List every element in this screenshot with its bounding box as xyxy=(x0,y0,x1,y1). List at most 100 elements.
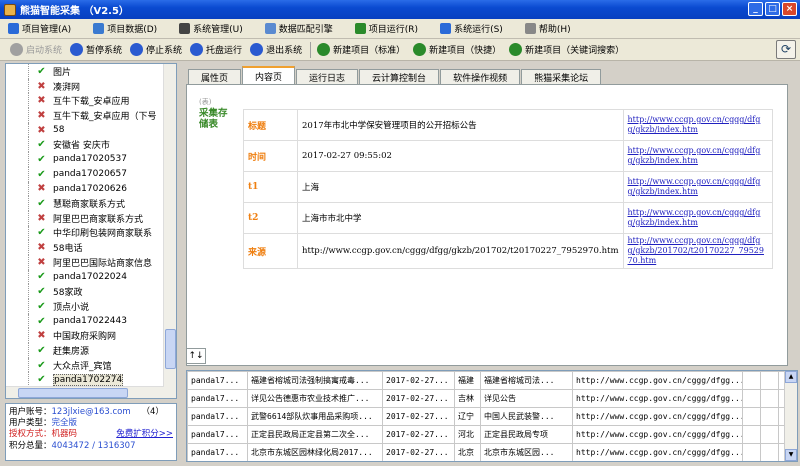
toolbar-button[interactable]: 新建项目（快捷） xyxy=(413,43,501,56)
menu-item[interactable]: 项目数据(D) xyxy=(93,22,157,35)
check-icon: ✔ xyxy=(37,168,46,180)
field-value: 上海 xyxy=(297,171,624,203)
tree-item[interactable]: ✖ 互牛下载_安卓应用（下号 xyxy=(6,108,176,123)
free-points-link[interactable]: 免费扩积分>> xyxy=(116,429,173,440)
table-cell xyxy=(742,371,761,390)
tree-item[interactable]: ✔ 图片 xyxy=(6,64,176,79)
tab[interactable]: 软件操作视频 xyxy=(440,69,521,84)
tree-item[interactable]: ✖ 58电话 xyxy=(6,240,176,255)
tree-item-label: panda17022443 xyxy=(53,316,127,327)
tree-item[interactable]: ✔ 顶点小说 xyxy=(6,299,176,314)
cross-icon: ✖ xyxy=(37,183,46,195)
tree-item[interactable]: ✖ 阿里巴巴国际站商家信息 xyxy=(6,254,176,270)
toolbar-button-icon xyxy=(10,43,23,56)
table-row[interactable]: pandal7... 正定县民政局正定县第二次全... 2017-02-27... 河… xyxy=(187,425,797,444)
tree-item[interactable]: ✔ panda17022024 xyxy=(6,269,176,285)
user-info-panel: 用户账号：123jlxie@163.com （4） 用户类型：完全版 授权方式：… xyxy=(5,403,177,461)
check-icon: ✔ xyxy=(37,359,46,371)
tab[interactable]: 云计算控制台 xyxy=(359,69,440,84)
menu-icon xyxy=(440,23,452,34)
table-cell: 2017-02-27... xyxy=(382,371,455,390)
window-title: 熊猫智能采集 （V2.5） xyxy=(20,6,129,17)
table-cell: pandal7... xyxy=(187,407,248,426)
tree-item[interactable]: ✔ panda17020537 xyxy=(6,152,176,167)
tree-item[interactable]: ✔ panda1702274 xyxy=(6,372,176,388)
tree-item[interactable]: ✖ 阿里巴巴商家联系方式 xyxy=(6,210,176,226)
maximize-button[interactable]: □ xyxy=(765,2,780,16)
tree-item[interactable]: ✖ 中国政府采购网 xyxy=(6,328,176,344)
tree-item[interactable]: ✔ 58家政 xyxy=(6,284,176,299)
cross-icon: ✖ xyxy=(37,109,46,121)
table-cell: 2017-02-27... xyxy=(382,443,455,461)
menu-item[interactable]: 系统运行(S) xyxy=(440,22,503,35)
field-link[interactable]: http://www.ccgp.gov.cn/cggg/dfgg/gkzb/in… xyxy=(622,171,774,203)
tree-vertical-scrollbar[interactable] xyxy=(163,64,176,398)
tree-item[interactable]: ✖ 互牛下载_安卓应用 xyxy=(6,93,176,109)
check-icon: ✔ xyxy=(37,374,46,386)
tree-item[interactable]: ✔ panda17020657 xyxy=(6,166,176,182)
tree-horizontal-scrollbar[interactable] xyxy=(6,386,164,398)
menu-item[interactable]: 项目运行(R) xyxy=(354,22,418,35)
grid-vertical-scrollbar[interactable]: ▲ ▼ xyxy=(784,371,797,461)
cross-icon: ✖ xyxy=(37,80,46,92)
scroll-down-icon[interactable]: ▼ xyxy=(785,449,797,461)
scroll-up-icon[interactable]: ▲ xyxy=(785,371,797,383)
table-cell xyxy=(760,443,779,461)
close-button[interactable]: × xyxy=(782,2,797,16)
tab[interactable]: 熊猫采集论坛 xyxy=(521,69,602,84)
toolbar-button[interactable]: 启动系统 xyxy=(10,43,62,56)
menu-item[interactable]: 帮助(H) xyxy=(524,22,571,35)
tab[interactable]: 内容页 xyxy=(242,66,296,84)
tree-item[interactable]: ✔ 慧聪商家联系方式 xyxy=(6,196,176,211)
tree-item[interactable]: ✖ 58 xyxy=(6,122,176,138)
auth-value: 机器码 xyxy=(51,429,78,440)
table-cell: 北京市东城区园林绿化局2017... xyxy=(247,443,383,461)
table-row[interactable]: pandal7... 福建省榕城司法强制搞寓戒毒... 2017-02-27... 福… xyxy=(187,371,797,390)
tab[interactable]: 运行日志 xyxy=(296,69,359,84)
field-link[interactable]: http://www.ccgp.gov.cn/cggg/dfgg/gkzb/20… xyxy=(622,233,774,269)
table-cell: pandal7... xyxy=(187,371,248,390)
table-row[interactable]: pandal7... 武警6614部队炊事用品采购项... 2017-02-27..… xyxy=(187,407,797,426)
tree-item-label: 慧聪商家联系方式 xyxy=(53,200,126,211)
toolbar-button[interactable]: 退出系统 xyxy=(250,43,302,56)
table-row[interactable]: pandal7... 北京市东城区园林绿化局2017... 2017-02-27..… xyxy=(187,443,797,461)
field-table: 标题 2017年市北中学保安管理项目的公开招标公告 http://www.ccgp.… xyxy=(243,109,774,269)
tree-item[interactable]: ✔ 安徽省 安庆市 xyxy=(6,137,176,153)
toolbar-button[interactable]: 暂停系统 xyxy=(70,43,122,56)
table-cell xyxy=(760,407,779,426)
tree-item[interactable]: ✔ panda17022443 xyxy=(6,313,176,329)
tree-item[interactable]: ✔ 中华印刷包装网商家联系 xyxy=(6,225,176,241)
field-link[interactable]: http://www.ccgp.gov.cn/cggg/dfgg/gkzb/in… xyxy=(622,140,774,172)
toolbar-button[interactable]: 托盘运行 xyxy=(190,43,242,56)
toolbar-button[interactable]: 新建项目（关键词搜索） xyxy=(509,43,624,56)
project-tree[interactable]: ✔ 图片 ✖ 凑湃网 ✖ 互牛下载_安卓应用 ✖ 互牛下载_安卓应用（下号 ✖ 58 ✔ 安徽省 安庆… xyxy=(5,63,177,399)
field-link[interactable]: http://www.ccgp.gov.cn/cggg/dfgg/gkzb/in… xyxy=(622,109,774,141)
tree-item[interactable]: ✖ 凑湃网 xyxy=(6,78,176,94)
toolbar-button[interactable]: 停止系统 xyxy=(130,43,182,56)
menu-item[interactable]: 系统管理(U) xyxy=(179,22,243,35)
menu-item[interactable]: 数据匹配引擎 xyxy=(264,22,333,35)
table-cell: 2017-02-27... xyxy=(382,407,455,426)
tree-item[interactable]: ✖ panda17020626 xyxy=(6,181,176,197)
field-value: 上海市市北中学 xyxy=(297,202,624,234)
results-grid[interactable]: pandal7... 福建省榕城司法强制搞寓戒毒... 2017-02-27... 福… xyxy=(186,370,798,462)
table-cell: http://www.ccgp.gov.cn/cggg/dfgg... xyxy=(572,425,743,444)
table-cell: 吉林 xyxy=(454,389,481,408)
table-row[interactable]: pandal7... 详见公告德惠市农业技术推广... 2017-02-27... 吉… xyxy=(187,389,797,408)
tab[interactable]: 属性页 xyxy=(188,69,242,84)
field-link[interactable]: http://www.ccgp.gov.cn/cggg/dfgg/gkzb/in… xyxy=(622,202,774,234)
tree-item[interactable]: ✔ 大众点评_宾馆 xyxy=(6,357,176,373)
menu-item[interactable]: 项目管理(A) xyxy=(8,22,71,35)
table-cell: 2017-02-27... xyxy=(382,425,455,444)
minimize-button[interactable]: _ xyxy=(748,2,763,16)
table-cell: 福建省榕城司法... xyxy=(480,371,573,390)
tree-item[interactable]: ✔ 赶集房源 xyxy=(6,343,176,358)
menu-item-label: 数据匹配引擎 xyxy=(278,25,333,35)
field-name: 标题 xyxy=(243,109,298,141)
tree-item-label: 赶集房源 xyxy=(53,346,90,357)
toolbar-button-icon xyxy=(413,43,427,56)
refresh-button[interactable]: ⟳ xyxy=(776,40,796,59)
toolbar-button[interactable]: 新建项目（标准） xyxy=(317,43,405,56)
tree-item-label: 互牛下载_安卓应用（下号 xyxy=(53,111,157,122)
scroll-toggle-button[interactable]: ↑↓ xyxy=(186,348,206,364)
